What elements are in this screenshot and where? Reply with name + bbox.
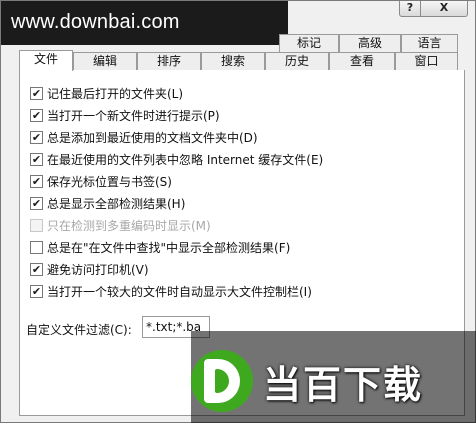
option-label: 在最近使用的文件列表中忽略 Internet 缓存文件(E) bbox=[47, 152, 324, 167]
option-add-recent-docs[interactable]: ✔ 总是添加到最近使用的文档文件夹中(D) bbox=[30, 129, 258, 145]
option-save-cursor-bookmarks[interactable]: ✔ 保存光标位置与书签(S) bbox=[30, 173, 172, 189]
option-label: 总是在"在文件中查找"中显示全部检测结果(F) bbox=[47, 240, 291, 255]
option-avoid-printer[interactable]: ✔ 避免访问打印机(V) bbox=[30, 261, 149, 277]
option-label: 只在检测到多重编码时显示(M) bbox=[47, 218, 211, 233]
checkbox-find-in-files-all-results[interactable] bbox=[30, 240, 43, 254]
checkbox-save-cursor-bookmarks[interactable]: ✔ bbox=[30, 174, 43, 188]
option-find-in-files-all-results[interactable]: 总是在"在文件中查找"中显示全部检测结果(F) bbox=[30, 239, 290, 255]
checkbox-remember-last-folder[interactable]: ✔ bbox=[30, 86, 43, 100]
option-label: 保存光标位置与书签(S) bbox=[47, 174, 172, 189]
tab-window[interactable]: 窗口 bbox=[395, 52, 458, 70]
checkbox-only-multi-encoding bbox=[30, 218, 43, 232]
options-dialog: www.downbai.com ? X 标记 高级 语言 文件 编辑 排序 搜索… bbox=[0, 0, 476, 423]
watermark-text: www.downbai.com bbox=[11, 11, 180, 33]
tab-search[interactable]: 搜索 bbox=[201, 52, 265, 70]
checkbox-prompt-new-file[interactable]: ✔ bbox=[30, 108, 43, 122]
d-logo-icon bbox=[191, 350, 253, 412]
option-label: 当打开一个新文件时进行提示(P) bbox=[47, 108, 220, 123]
option-show-all-detection[interactable]: ✔ 总是显示全部检测结果(H) bbox=[30, 195, 185, 211]
checkbox-ignore-internet-cache[interactable]: ✔ bbox=[30, 152, 43, 166]
tab-history[interactable]: 历史 bbox=[265, 52, 329, 70]
tab-file[interactable]: 文件 bbox=[19, 50, 73, 71]
tab-edit[interactable]: 编辑 bbox=[73, 52, 137, 70]
logo-text: 当百下载 bbox=[263, 362, 424, 407]
help-button[interactable]: ? bbox=[399, 1, 421, 17]
option-label: 总是显示全部检测结果(H) bbox=[47, 196, 186, 211]
option-only-multi-encoding: 只在检测到多重编码时显示(M) bbox=[30, 217, 211, 233]
option-prompt-new-file[interactable]: ✔ 当打开一个新文件时进行提示(P) bbox=[30, 107, 220, 123]
filter-label: 自定义文件过滤(C): bbox=[26, 323, 132, 337]
checkbox-avoid-printer[interactable]: ✔ bbox=[30, 262, 43, 276]
option-remember-last-folder[interactable]: ✔ 记住最后打开的文件夹(L) bbox=[30, 85, 183, 101]
tab-view[interactable]: 查看 bbox=[329, 52, 395, 70]
site-logo: 当百下载 bbox=[191, 341, 461, 421]
option-ignore-internet-cache[interactable]: ✔ 在最近使用的文件列表中忽略 Internet 缓存文件(E) bbox=[30, 151, 323, 167]
checkbox-large-file-toolbar[interactable]: ✔ bbox=[30, 284, 43, 298]
option-label: 记住最后打开的文件夹(L) bbox=[47, 86, 184, 101]
option-large-file-toolbar[interactable]: ✔ 当打开一个较大的文件时自动显示大文件控制栏(I) bbox=[30, 283, 312, 299]
tab-advanced[interactable]: 高级 bbox=[339, 34, 401, 52]
tab-mark[interactable]: 标记 bbox=[279, 34, 339, 52]
close-button[interactable]: X bbox=[420, 1, 468, 17]
watermark-banner: www.downbai.com bbox=[1, 1, 288, 45]
checkbox-add-recent-docs[interactable]: ✔ bbox=[30, 130, 43, 144]
option-label: 避免访问打印机(V) bbox=[47, 262, 149, 277]
checkbox-show-all-detection[interactable]: ✔ bbox=[30, 196, 43, 210]
option-label: 总是添加到最近使用的文档文件夹中(D) bbox=[47, 130, 258, 145]
tab-language[interactable]: 语言 bbox=[401, 34, 458, 52]
option-label: 当打开一个较大的文件时自动显示大文件控制栏(I) bbox=[47, 284, 312, 299]
tab-sort[interactable]: 排序 bbox=[137, 52, 201, 70]
